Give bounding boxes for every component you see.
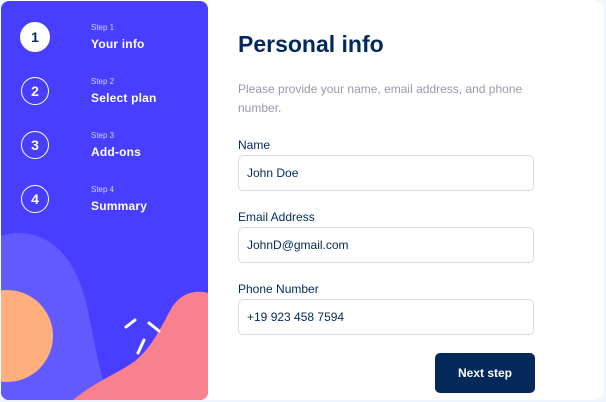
phone-label: Phone Number [238, 282, 319, 296]
form-card: 1 Step 1 Your info 2 Step 2 Select plan … [0, 0, 604, 400]
step-title: Your info [91, 37, 145, 51]
step-label: Step 4 [91, 185, 115, 194]
step-number-circle: 1 [20, 22, 50, 52]
step-label: Step 1 [91, 23, 115, 32]
step-label: Step 2 [91, 77, 115, 86]
email-input[interactable] [238, 227, 534, 263]
step-label: Step 3 [91, 131, 115, 140]
name-label: Name [238, 138, 271, 152]
phone-input[interactable] [238, 299, 534, 335]
name-input[interactable] [238, 155, 534, 191]
step-title: Add-ons [91, 145, 142, 159]
step-title: Summary [91, 199, 148, 213]
step-number-circle: 4 [21, 185, 49, 213]
next-step-button[interactable]: Next step [435, 353, 535, 393]
email-label: Email Address [238, 210, 315, 224]
steps-sidebar: 1 Step 1 Your info 2 Step 2 Select plan … [1, 1, 208, 400]
step-number-circle: 3 [21, 131, 49, 159]
page-title: Personal info [238, 31, 384, 57]
step-number-circle: 2 [21, 77, 49, 105]
page-subtitle: Please provide your name, email address,… [238, 82, 523, 115]
step-title: Select plan [91, 91, 157, 105]
